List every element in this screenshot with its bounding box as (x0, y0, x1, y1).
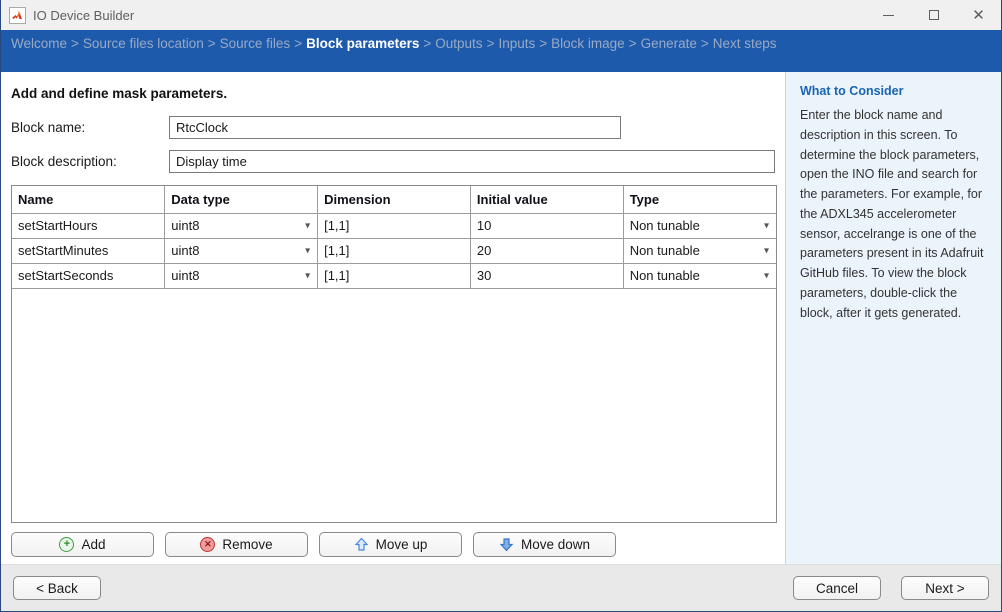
add-button-label: Add (81, 537, 105, 552)
cell-dimension[interactable]: [1,1] (318, 263, 471, 288)
table-row: setStartMinutes uint8▾ [1,1] 20 Non tuna… (12, 238, 776, 263)
breadcrumb-item-generate[interactable]: Generate (641, 36, 697, 51)
add-icon: + (59, 537, 74, 552)
move-up-button-label: Move up (376, 537, 428, 552)
chevron-down-icon: ▾ (764, 270, 769, 281)
minimize-button[interactable] (866, 0, 911, 30)
add-button[interactable]: + Add (11, 532, 154, 557)
title-bar: IO Device Builder ✕ (1, 0, 1001, 30)
breadcrumb-item-block-image[interactable]: Block image (551, 36, 625, 51)
main-area: Add and define mask parameters. Block na… (1, 72, 1001, 564)
breadcrumb-separator: > (208, 36, 216, 51)
content-panel: Add and define mask parameters. Block na… (1, 72, 785, 564)
block-name-row: Block name: (11, 116, 775, 139)
move-down-button[interactable]: Move down (473, 532, 616, 557)
cell-name[interactable]: setStartMinutes (12, 238, 165, 263)
back-button[interactable]: < Back (13, 576, 101, 600)
breadcrumb-item-source-files-location[interactable]: Source files location (83, 36, 204, 51)
cell-dimension[interactable]: [1,1] (318, 238, 471, 263)
chevron-down-icon: ▾ (305, 220, 310, 231)
chevron-down-icon: ▾ (764, 220, 769, 231)
footer-bar: < Back Cancel Next > (1, 564, 1001, 611)
parameters-table-container: Name Data type Dimension Initial value T… (11, 185, 777, 523)
block-description-label: Block description: (11, 154, 169, 169)
cell-type-dropdown[interactable]: Non tunable▾ (623, 263, 776, 288)
cell-initial-value[interactable]: 30 (470, 263, 623, 288)
minimize-icon (883, 15, 894, 16)
window-title: IO Device Builder (33, 8, 134, 23)
breadcrumb-item-next-steps[interactable]: Next steps (713, 36, 777, 51)
table-header-row: Name Data type Dimension Initial value T… (12, 186, 776, 213)
column-header-initial-value: Initial value (470, 186, 623, 213)
breadcrumb-separator: > (701, 36, 709, 51)
close-icon: ✕ (972, 8, 985, 23)
remove-button-label: Remove (222, 537, 272, 552)
column-header-type: Type (623, 186, 776, 213)
close-button[interactable]: ✕ (956, 0, 1001, 30)
chevron-down-icon: ▾ (305, 270, 310, 281)
move-up-button[interactable]: Move up (319, 532, 462, 557)
move-down-button-label: Move down (521, 537, 590, 552)
column-header-name: Name (12, 186, 165, 213)
table-action-buttons: + Add ✕ Remove Move up Mov (11, 532, 775, 557)
breadcrumb-separator: > (487, 36, 495, 51)
cell-name[interactable]: setStartSeconds (12, 263, 165, 288)
breadcrumb-item-block-parameters[interactable]: Block parameters (306, 36, 419, 51)
parameters-table: Name Data type Dimension Initial value T… (12, 186, 776, 289)
sidebar-help-text: Enter the block name and description in … (800, 106, 989, 323)
maximize-icon (929, 10, 939, 20)
cell-data-type-dropdown[interactable]: uint8▾ (165, 263, 318, 288)
cell-name[interactable]: setStartHours (12, 213, 165, 238)
matlab-app-icon (9, 7, 26, 24)
table-row: setStartSeconds uint8▾ [1,1] 30 Non tuna… (12, 263, 776, 288)
breadcrumb-separator: > (71, 36, 79, 51)
cell-type-dropdown[interactable]: Non tunable▾ (623, 213, 776, 238)
breadcrumb-item-inputs[interactable]: Inputs (498, 36, 535, 51)
io-device-builder-window: IO Device Builder ✕ Welcome>Source files… (0, 0, 1002, 612)
cell-type-dropdown[interactable]: Non tunable▾ (623, 238, 776, 263)
column-header-dimension: Dimension (318, 186, 471, 213)
breadcrumb-item-welcome[interactable]: Welcome (11, 36, 67, 51)
cancel-button[interactable]: Cancel (793, 576, 881, 600)
column-header-data-type: Data type (165, 186, 318, 213)
arrow-up-icon (354, 537, 369, 552)
block-description-field[interactable] (169, 150, 775, 173)
cell-initial-value[interactable]: 20 (470, 238, 623, 263)
breadcrumb-separator: > (539, 36, 547, 51)
breadcrumb-item-source-files[interactable]: Source files (220, 36, 291, 51)
cell-initial-value[interactable]: 10 (470, 213, 623, 238)
breadcrumb-separator: > (294, 36, 302, 51)
arrow-down-icon (499, 537, 514, 552)
footer-right-buttons: Cancel Next > (793, 576, 989, 600)
chevron-down-icon: ▾ (305, 245, 310, 256)
maximize-button[interactable] (911, 0, 956, 30)
breadcrumb-item-outputs[interactable]: Outputs (435, 36, 482, 51)
cell-data-type-dropdown[interactable]: uint8▾ (165, 238, 318, 263)
breadcrumb: Welcome>Source files location>Source fil… (1, 30, 1001, 72)
next-button[interactable]: Next > (901, 576, 989, 600)
block-name-label: Block name: (11, 120, 169, 135)
chevron-down-icon: ▾ (764, 245, 769, 256)
cell-dimension[interactable]: [1,1] (318, 213, 471, 238)
block-description-row: Block description: (11, 150, 775, 173)
breadcrumb-separator: > (423, 36, 431, 51)
remove-icon: ✕ (200, 537, 215, 552)
window-controls: ✕ (866, 0, 1001, 30)
cell-data-type-dropdown[interactable]: uint8▾ (165, 213, 318, 238)
remove-button[interactable]: ✕ Remove (165, 532, 308, 557)
page-title: Add and define mask parameters. (11, 86, 775, 101)
table-row: setStartHours uint8▾ [1,1] 10 Non tunabl… (12, 213, 776, 238)
sidebar-heading: What to Consider (800, 84, 989, 98)
help-sidebar: What to Consider Enter the block name an… (785, 72, 1001, 564)
breadcrumb-separator: > (629, 36, 637, 51)
block-name-field[interactable] (169, 116, 621, 139)
